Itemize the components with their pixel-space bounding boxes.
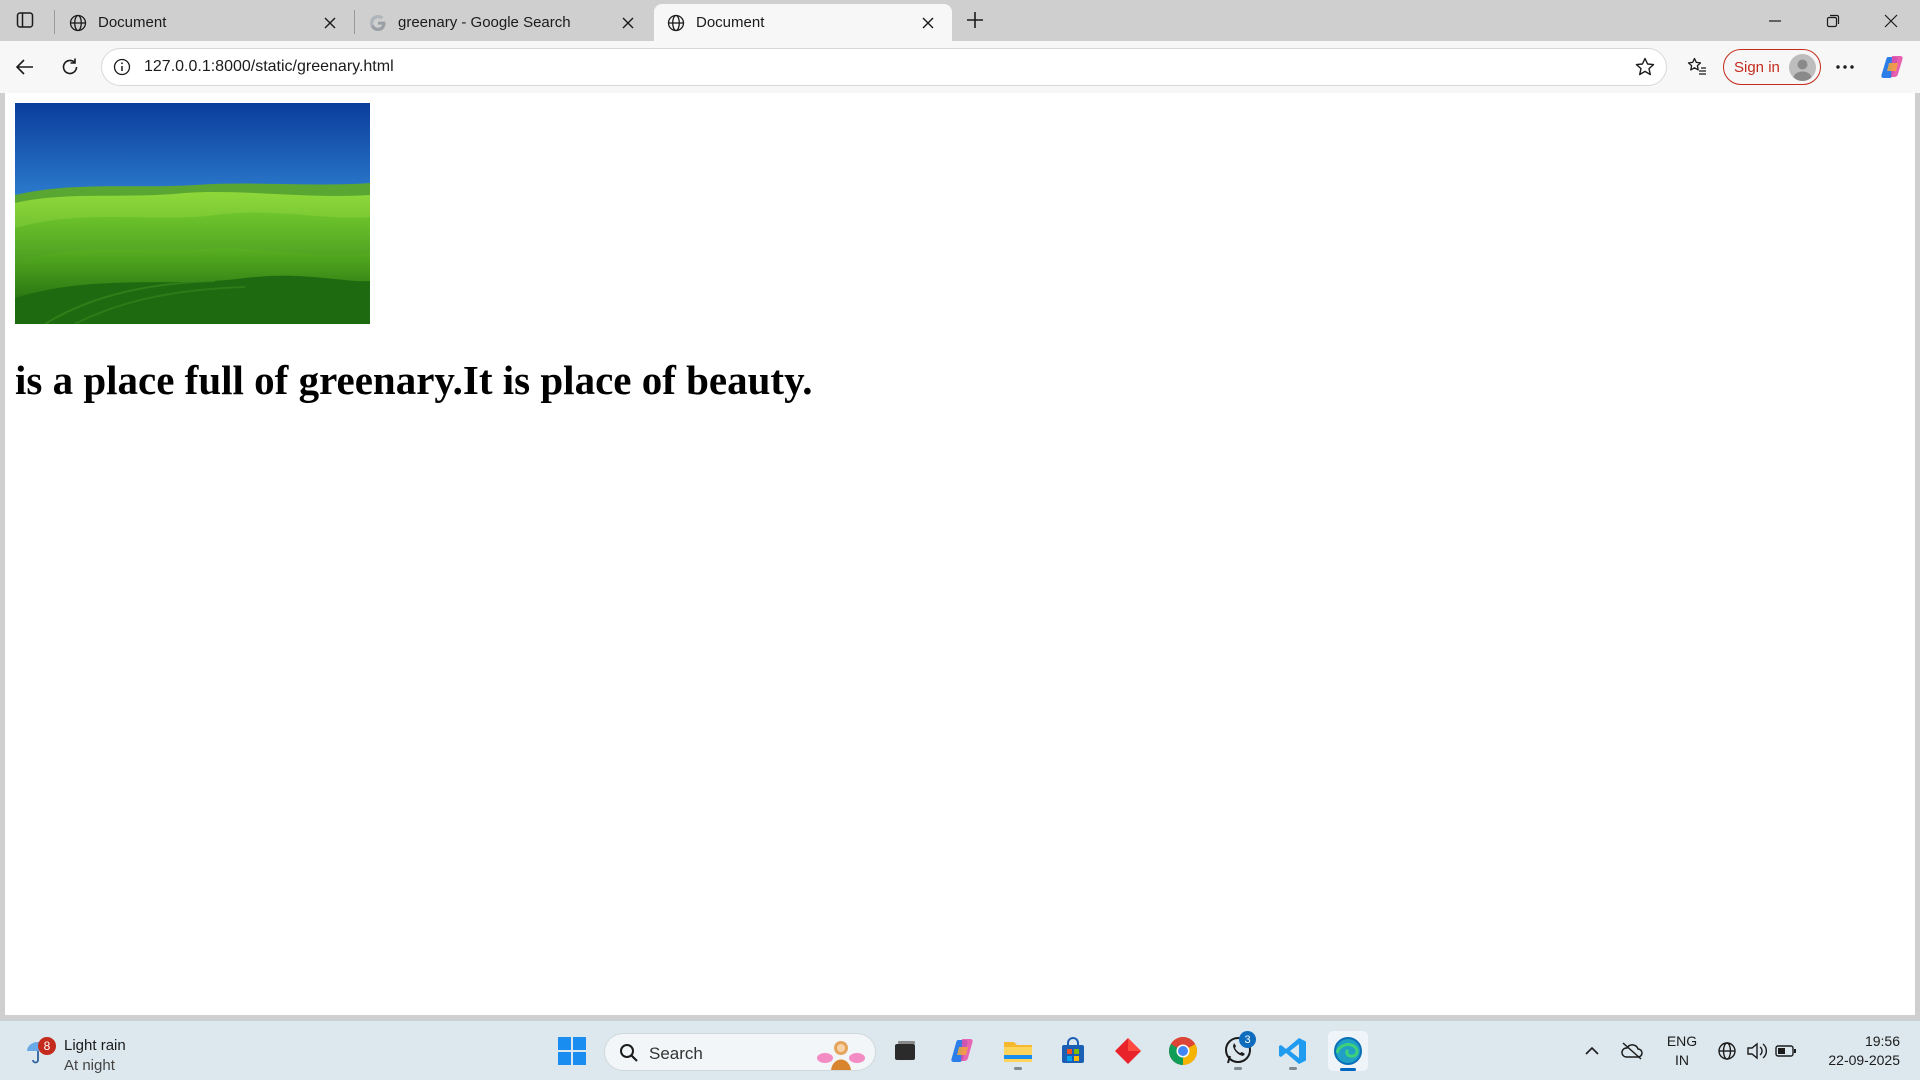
clock-time: 19:56 [1864, 1033, 1900, 1049]
volume-icon[interactable] [1745, 1039, 1769, 1063]
restore-button[interactable] [1804, 0, 1862, 41]
chevron-up-icon[interactable] [1580, 1039, 1604, 1063]
whatsapp-icon[interactable]: 3 [1218, 1031, 1258, 1071]
edge-icon[interactable] [1328, 1031, 1368, 1071]
tab-actions-button[interactable] [10, 6, 40, 34]
tab-document-1[interactable]: Document [56, 4, 354, 41]
whatsapp-badge: 3 [1239, 1031, 1256, 1048]
running-indicator [1289, 1067, 1297, 1070]
search-highlight-icon [813, 1036, 867, 1070]
close-icon [1884, 14, 1898, 27]
language-indicator[interactable]: ENG IN [1664, 1032, 1700, 1070]
tab-separator [54, 10, 55, 34]
copilot-app-icon[interactable] [943, 1031, 983, 1071]
sign-in-button[interactable]: Sign in [1723, 49, 1821, 85]
search-icon [619, 1043, 639, 1063]
tab-strip: Document greenary - Google Search Docume… [0, 0, 1920, 41]
browser-toolbar: 127.0.0.1:8000/static/greenary.html Sign… [0, 41, 1920, 93]
vscode-icon[interactable] [1273, 1031, 1313, 1071]
weather-badge: 8 [38, 1037, 56, 1055]
minimize-button[interactable] [1746, 0, 1804, 41]
tab-title: Document [696, 14, 765, 31]
favorites-icon [1687, 57, 1706, 75]
new-tab-button[interactable] [960, 6, 990, 34]
taskbar-search[interactable]: Search [604, 1033, 876, 1071]
language-code: ENG [1666, 1033, 1698, 1049]
windows-icon [558, 1037, 586, 1065]
close-window-button[interactable] [1862, 0, 1920, 41]
google-icon [368, 13, 388, 33]
minimize-icon [1769, 19, 1781, 22]
network-globe-icon[interactable] [1715, 1039, 1739, 1063]
close-icon[interactable] [318, 11, 342, 35]
restore-icon [1826, 14, 1840, 27]
sign-in-label: Sign in [1734, 58, 1780, 76]
page-heading-text: is a place full of greenary.It is place … [15, 357, 813, 403]
running-indicator [1014, 1067, 1022, 1070]
task-view-icon[interactable] [885, 1031, 925, 1071]
green-hills-image [15, 103, 370, 325]
avatar [1789, 54, 1816, 81]
diamond-app-icon[interactable] [1108, 1031, 1148, 1071]
tab-actions-icon [16, 12, 34, 28]
tab-title: greenary - Google Search [398, 14, 571, 31]
region-code: IN [1675, 1052, 1689, 1068]
site-info-icon[interactable] [112, 57, 132, 77]
copilot-icon [1881, 56, 1903, 78]
tab-google-search[interactable]: greenary - Google Search [356, 4, 652, 41]
address-url[interactable]: 127.0.0.1:8000/static/greenary.html [144, 58, 394, 76]
weather-widget[interactable]: 8 Light rain At night [22, 1029, 162, 1074]
file-explorer-icon[interactable] [998, 1031, 1038, 1071]
taskbar: 8 Light rain At night Search 3 ENG IN 19… [0, 1020, 1920, 1080]
weather-condition: Light rain [64, 1037, 126, 1054]
close-icon[interactable] [616, 11, 640, 35]
active-indicator [1340, 1068, 1356, 1071]
running-indicator [1234, 1067, 1242, 1070]
back-button[interactable] [8, 50, 42, 84]
back-arrow-icon [15, 59, 33, 75]
favorites-button[interactable] [1680, 50, 1714, 84]
system-clock[interactable]: 19:56 22-09-2025 [1810, 1032, 1900, 1070]
tab-separator [354, 10, 355, 34]
plus-icon [967, 12, 983, 28]
globe-icon [68, 13, 88, 33]
search-label: Search [649, 1044, 703, 1063]
globe-icon [666, 13, 686, 33]
refresh-button[interactable] [53, 50, 87, 84]
weather-time: At night [64, 1057, 115, 1074]
battery-icon[interactable] [1774, 1039, 1798, 1063]
page-viewport: is a place full of greenary.It is place … [5, 93, 1915, 1015]
ellipsis-icon [1836, 65, 1854, 69]
start-button[interactable] [552, 1031, 592, 1071]
tab-document-active[interactable]: Document [654, 4, 952, 41]
refresh-icon [62, 58, 78, 75]
copilot-button[interactable] [1876, 50, 1910, 84]
address-bar[interactable]: 127.0.0.1:8000/static/greenary.html [101, 48, 1667, 86]
onedrive-off-icon[interactable] [1620, 1039, 1644, 1063]
more-menu-button[interactable] [1828, 50, 1862, 84]
clock-date: 22-09-2025 [1828, 1052, 1900, 1068]
tab-title: Document [98, 14, 167, 31]
microsoft-store-icon[interactable] [1053, 1031, 1093, 1071]
favorite-star-icon[interactable] [1634, 56, 1656, 78]
close-icon[interactable] [916, 11, 940, 35]
chrome-icon[interactable] [1163, 1031, 1203, 1071]
